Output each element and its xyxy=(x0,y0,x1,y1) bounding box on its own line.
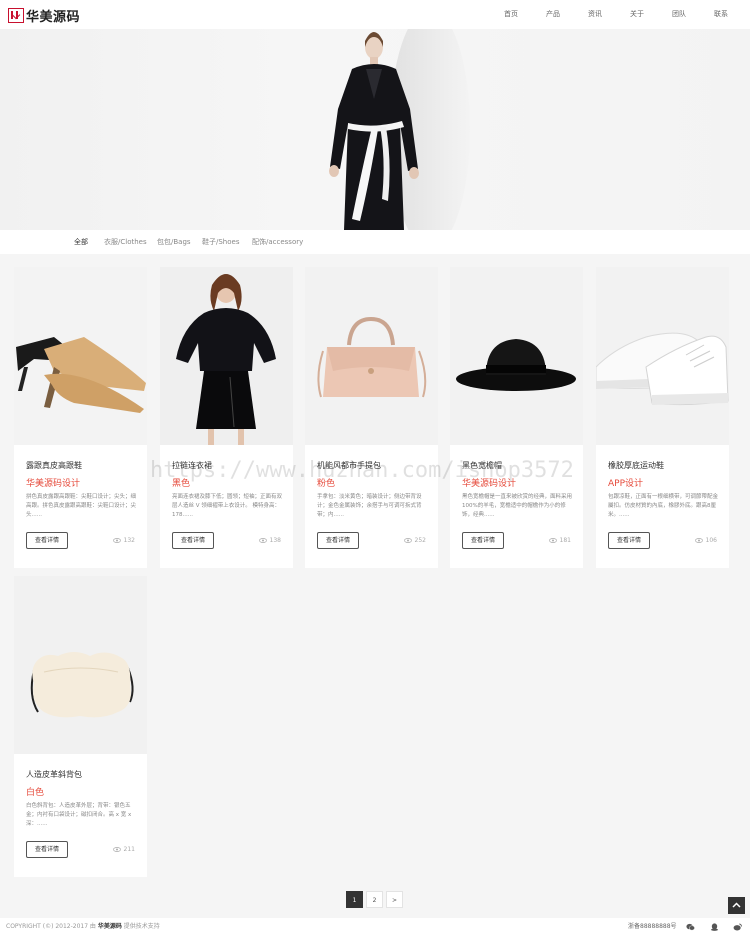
view-count: 252 xyxy=(403,537,426,544)
view-count-value: 132 xyxy=(123,537,135,544)
site-logo[interactable]: 华美源码 xyxy=(8,7,81,25)
view-details-button[interactable]: 查看详情 xyxy=(462,532,504,549)
filter-bags[interactable]: 包包/Bags xyxy=(157,230,191,254)
view-count: 132 xyxy=(112,537,135,544)
product-subtitle: 粉色 xyxy=(317,479,336,489)
view-count-value: 252 xyxy=(414,537,426,544)
hero-banner xyxy=(0,29,750,230)
product-image[interactable] xyxy=(14,267,147,445)
qq-icon[interactable] xyxy=(710,923,719,931)
product-title[interactable]: 机能风都市手提包 xyxy=(317,460,381,471)
product-description: 手拿包：淡米黄色；暗装设计；侧边带背设计；金色金属装饰；余搭手与可调可拆式背带；… xyxy=(317,494,422,518)
product-subtitle: APP设计 xyxy=(608,479,644,489)
eye-icon xyxy=(112,847,121,852)
product-image[interactable] xyxy=(160,267,293,445)
eye-icon xyxy=(548,538,557,543)
nav-item-home[interactable]: 首页 xyxy=(504,0,518,29)
product-card[interactable]: 露跟真皮高跟鞋 华美源码设计 拼色真皮露跟高跟鞋：尖鞋口设计；尖头；细高跟。拼色… xyxy=(14,267,147,568)
page-link-2[interactable]: 2 xyxy=(366,891,383,908)
view-count: 106 xyxy=(694,537,717,544)
site-header: 华美源码 首页 产品 资讯 关于 团队 联系 xyxy=(0,0,750,29)
footer-brand-link[interactable]: 华美源码 xyxy=(98,923,122,930)
next-page-button[interactable]: > xyxy=(386,891,403,908)
product-image[interactable] xyxy=(14,576,147,754)
nav-item-team[interactable]: 团队 xyxy=(672,0,686,29)
nav-item-news[interactable]: 资讯 xyxy=(588,0,602,29)
wechat-icon[interactable] xyxy=(686,923,695,931)
view-count-value: 211 xyxy=(123,846,135,853)
product-image[interactable] xyxy=(450,267,583,445)
product-description: 白色斜背包：人造皮革外层；背带：银色五金；内衬有口袋设计；磁扣闭合。高 x 宽 … xyxy=(26,803,132,827)
main-nav: 首页 产品 资讯 关于 团队 联系 xyxy=(490,0,750,29)
product-title[interactable]: 人造皮革斜背包 xyxy=(26,769,82,780)
weibo-icon[interactable] xyxy=(733,923,742,931)
view-count: 138 xyxy=(258,537,281,544)
back-to-top-button[interactable] xyxy=(728,897,745,914)
view-count-value: 181 xyxy=(559,537,571,544)
back-to-top-icon xyxy=(732,902,741,908)
view-details-button[interactable]: 查看详情 xyxy=(172,532,214,549)
logo-text: 华美源码 xyxy=(26,9,81,25)
product-description: 拼色真皮露跟高跟鞋：尖鞋口设计；尖头；细高跟。拼色真皮露跟高跟鞋：尖鞋口设计；尖… xyxy=(26,494,137,518)
product-card[interactable]: 机能风都市手提包 粉色 手拿包：淡米黄色；暗装设计；侧边带背设计；金色金属装饰；… xyxy=(305,267,438,568)
product-description: 包跟凉鞋，正面有一根细横带，可调節帶配金屬扣。仿皮材質的內底，橡膠外底。跟高8厘… xyxy=(608,494,719,518)
view-count-value: 106 xyxy=(705,537,717,544)
filter-clothes[interactable]: 衣服/Clothes xyxy=(104,230,147,254)
nav-item-contact[interactable]: 联系 xyxy=(714,0,728,29)
view-count: 181 xyxy=(548,537,571,544)
product-image[interactable] xyxy=(305,267,438,445)
product-card[interactable]: 橡胶厚底运动鞋 APP设计 包跟凉鞋，正面有一根细横带，可调節帶配金屬扣。仿皮材… xyxy=(596,267,729,568)
category-filter: 全部 衣服/Clothes 包包/Bags 鞋子/Shoes 配饰/access… xyxy=(0,230,750,254)
product-subtitle: 华美源码设计 xyxy=(26,479,81,489)
product-title[interactable]: 黑色宽檐帽 xyxy=(462,460,502,471)
product-card[interactable]: 黑色宽檐帽 华美源码设计 黑色宽檐帽是一直来被欣赏的经典，面料采用100%的羊毛… xyxy=(450,267,583,568)
copyright-text: COPYRIGHT (©) 2012-2017 由 华美源码 提供技术支持 xyxy=(6,918,160,936)
filter-all[interactable]: 全部 xyxy=(74,230,88,254)
product-card[interactable]: 人造皮革斜背包 白色 白色斜背包：人造皮革外层；背带：银色五金；内衬有口袋设计；… xyxy=(14,576,147,877)
view-details-button[interactable]: 查看详情 xyxy=(608,532,650,549)
copyright-prefix: COPYRIGHT (©) 2012-2017 由 xyxy=(6,923,96,930)
nav-item-products[interactable]: 产品 xyxy=(546,0,560,29)
page-link-1[interactable]: 1 xyxy=(346,891,363,908)
product-description: 黑色宽檐帽是一直来被欣赏的经典，面料采用100%的羊毛，宽檐适中的帽檐作为小的修… xyxy=(462,494,573,518)
product-title[interactable]: 橡胶厚底运动鞋 xyxy=(608,460,664,471)
product-card[interactable]: 拉链连衣裙 黑色 亮面连衣裙及膝下低；圆领；短袖；正面有双层人造丝 V 领细褶带… xyxy=(160,267,293,568)
eye-icon xyxy=(258,538,267,543)
nav-item-about[interactable]: 关于 xyxy=(630,0,644,29)
product-description: 亮面连衣裙及膝下低；圆领；短袖；正面有双层人造丝 V 领细褶带上衣设计。 模特身… xyxy=(172,494,283,518)
copyright-suffix: 提供技术支持 xyxy=(123,923,160,930)
product-title[interactable]: 露跟真皮高跟鞋 xyxy=(26,460,82,471)
view-details-button[interactable]: 查看详情 xyxy=(317,532,359,549)
product-subtitle: 白色 xyxy=(26,788,45,798)
pagination: 1 2 > xyxy=(346,891,406,908)
eye-icon xyxy=(403,538,412,543)
product-subtitle: 黑色 xyxy=(172,479,191,489)
view-count-value: 138 xyxy=(269,537,281,544)
view-count: 211 xyxy=(112,846,135,853)
eye-icon xyxy=(694,538,703,543)
eye-icon xyxy=(112,538,121,543)
filter-accessory[interactable]: 配饰/accessory xyxy=(252,230,303,254)
filter-shoes[interactable]: 鞋子/Shoes xyxy=(202,230,239,254)
product-title[interactable]: 拉链连衣裙 xyxy=(172,460,212,471)
product-subtitle: 华美源码设计 xyxy=(462,479,517,489)
logo-mark-icon xyxy=(8,7,24,23)
hero-model-image xyxy=(329,29,470,230)
view-details-button[interactable]: 查看详情 xyxy=(26,532,68,549)
icp-number[interactable]: 浙备88888888号 xyxy=(628,918,677,936)
site-footer: COPYRIGHT (©) 2012-2017 由 华美源码 提供技术支持 浙备… xyxy=(0,918,750,936)
view-details-button[interactable]: 查看详情 xyxy=(26,841,68,858)
product-image[interactable] xyxy=(596,267,729,445)
